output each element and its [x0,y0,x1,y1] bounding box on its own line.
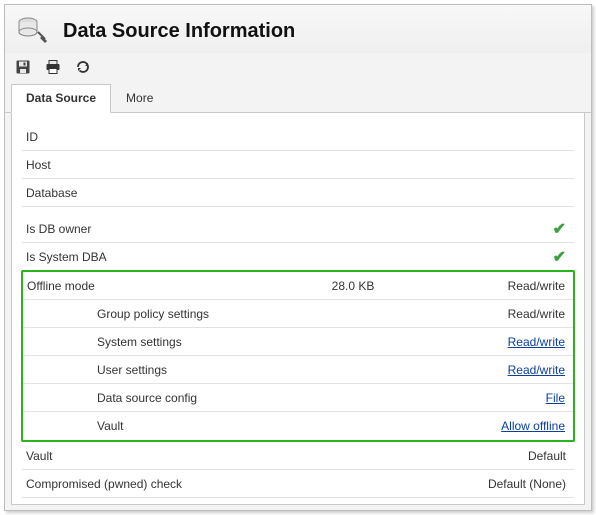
tab-more[interactable]: More [111,84,168,113]
label-host: Host [26,158,256,172]
row-data-source-config: Data source config File [23,384,573,412]
offline-highlight: Offline mode 28.0 KB Read/write Group po… [21,270,575,442]
refresh-button[interactable] [73,57,93,77]
row-offline-mode: Offline mode 28.0 KB Read/write [23,272,573,300]
row-vault: Vault Default [22,442,574,470]
row-db-owner: Is DB owner ✔ [22,215,574,243]
label-system-dba: Is System DBA [26,250,256,264]
row-vault-sub: Vault Allow offline [23,412,573,440]
link-system-settings[interactable]: Read/write [508,335,565,349]
label-group-policy: Group policy settings [27,307,257,321]
value-pwned: Default (None) [450,477,570,491]
save-button[interactable] [13,57,33,77]
value-offline-mode: Read/write [449,279,569,293]
panel-data-source: ID Host Database Is DB owner ✔ Is System… [11,113,585,505]
link-data-source-config[interactable]: File [546,391,565,405]
toolbar [5,53,591,83]
print-button[interactable] [43,57,63,77]
link-vault-allow-offline[interactable]: Allow offline [501,419,565,433]
value-group-policy: Read/write [449,307,569,321]
label-data-source-config: Data source config [27,391,257,405]
label-offline-mode: Offline mode [27,279,257,293]
label-vault-sub: Vault [27,419,257,433]
label-id: ID [26,130,256,144]
row-group-policy: Group policy settings Read/write [23,300,573,328]
label-user-settings: User settings [27,363,257,377]
window: Data Source Information [4,4,592,511]
page-title: Data Source Information [63,20,295,43]
label-db-owner: Is DB owner [26,222,256,236]
refresh-icon [75,59,91,75]
tab-data-source[interactable]: Data Source [11,84,111,113]
value-offline-size: 28.0 KB [257,279,449,293]
row-database: Database [22,179,574,207]
row-system-settings: System settings Read/write [23,328,573,356]
check-icon: ✔ [553,221,566,238]
datasource-icon [15,13,51,49]
row-pwned: Compromised (pwned) check Default (None) [22,470,574,498]
header: Data Source Information [5,5,591,53]
row-system-dba: Is System DBA ✔ [22,243,574,271]
label-system-settings: System settings [27,335,257,349]
link-user-settings[interactable]: Read/write [508,363,565,377]
row-user-settings: User settings Read/write [23,356,573,384]
check-icon: ✔ [553,249,566,266]
value-vault: Default [450,449,570,463]
tab-strip: Data Source More [5,83,591,113]
print-icon [45,59,61,75]
label-database: Database [26,186,256,200]
row-id: ID [22,123,574,151]
label-pwned: Compromised (pwned) check [26,477,286,491]
label-vault: Vault [26,449,256,463]
row-host: Host [22,151,574,179]
save-icon [15,59,31,75]
